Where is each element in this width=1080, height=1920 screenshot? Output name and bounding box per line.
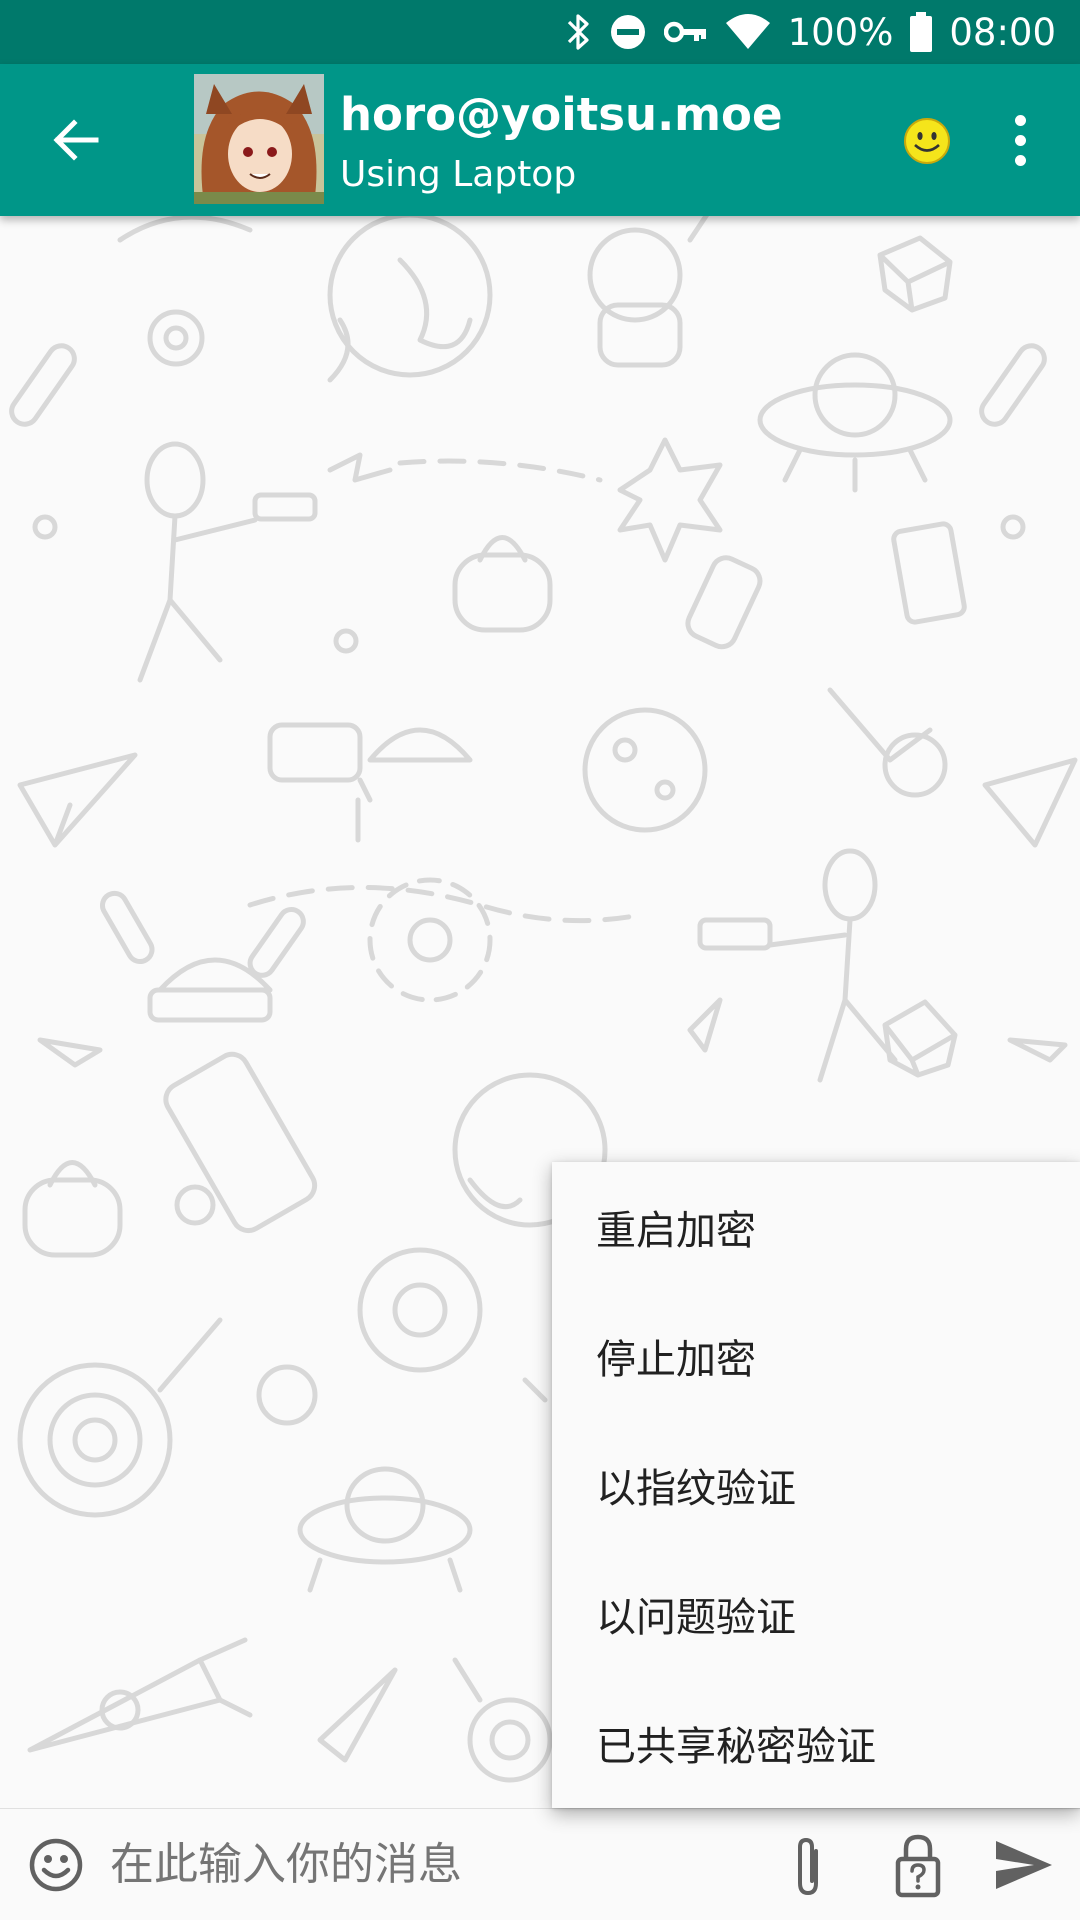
more-vert-icon	[1014, 114, 1026, 126]
overflow-menu-button[interactable]	[1000, 104, 1040, 176]
avatar-image	[194, 74, 324, 204]
contact-name[interactable]: horo@yoitsu.moe	[340, 88, 783, 141]
mood-button[interactable]	[900, 114, 954, 168]
app-bar: horo@yoitsu.moe Using Laptop	[0, 64, 1080, 216]
menu-item-verify-question[interactable]: 以问题验证	[552, 1549, 1080, 1678]
menu-item-restart-encryption[interactable]: 重启加密	[552, 1162, 1080, 1291]
avatar[interactable]	[194, 74, 324, 204]
paperclip-icon	[798, 1837, 818, 1896]
contact-status: Using Laptop	[340, 154, 577, 195]
arrow-back-icon	[53, 119, 99, 161]
bluetooth-icon	[566, 0, 592, 64]
lock-question-icon	[895, 1834, 941, 1898]
emoji-icon	[29, 1838, 83, 1892]
message-input[interactable]	[110, 1833, 750, 1897]
back-button[interactable]	[36, 100, 116, 180]
send-button[interactable]	[994, 1839, 1054, 1891]
do-not-disturb-icon	[608, 0, 648, 64]
clock: 08:00	[949, 10, 1056, 54]
menu-item-verify-fingerprint[interactable]: 以指纹验证	[552, 1420, 1080, 1549]
menu-item-verify-shared-secret[interactable]: 已共享秘密验证	[552, 1678, 1080, 1807]
encryption-button[interactable]	[894, 1833, 942, 1899]
menu-item-stop-encryption[interactable]: 停止加密	[552, 1291, 1080, 1420]
vpn-key-icon	[663, 0, 708, 64]
wifi-icon	[724, 0, 772, 64]
battery-percent: 100%	[787, 10, 894, 54]
message-input-bar	[0, 1808, 1080, 1920]
smiley-icon	[904, 118, 950, 164]
send-icon	[996, 1841, 1052, 1889]
attach-button[interactable]	[786, 1835, 830, 1899]
overflow-popup-menu: 重启加密 停止加密 以指纹验证 以问题验证 已共享秘密验证	[552, 1162, 1080, 1808]
battery-icon	[909, 0, 933, 64]
emoji-button[interactable]	[28, 1837, 84, 1893]
status-bar: 100% 08:00	[0, 0, 1080, 64]
